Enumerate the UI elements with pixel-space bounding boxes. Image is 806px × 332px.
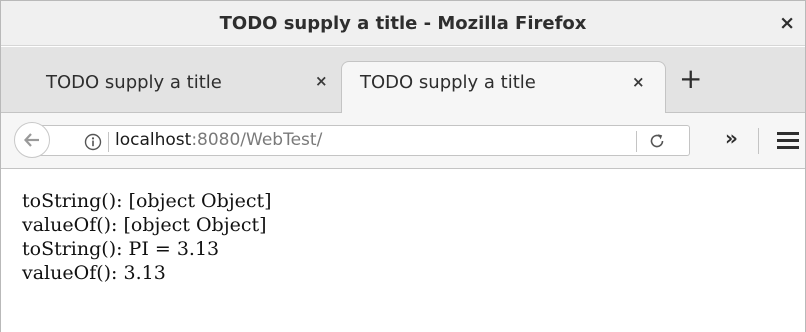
url-separator: [636, 131, 637, 152]
title-bar: TODO supply a title - Mozilla Firefox ×: [1, 1, 805, 46]
output-line: toString(): PI = 3.13: [22, 238, 220, 260]
back-arrow-icon: [24, 133, 39, 147]
window-title: TODO supply a title - Mozilla Firefox: [219, 13, 587, 34]
navigation-bar: localhost:8080/WebTest/ »: [1, 113, 805, 169]
output-line: valueOf(): [object Object]: [22, 214, 267, 236]
reload-icon[interactable]: [648, 132, 666, 150]
output-line: toString(): [object Object]: [22, 190, 272, 212]
url-host: localhost: [115, 130, 192, 150]
hamburger-menu-icon[interactable]: [777, 132, 799, 150]
url-path: :8080/WebTest/: [191, 130, 323, 150]
url-bar[interactable]: localhost:8080/WebTest/: [35, 125, 690, 156]
back-button[interactable]: [14, 122, 50, 158]
tab-close-button[interactable]: ×: [315, 72, 328, 90]
overflow-chevron-button[interactable]: »: [725, 126, 738, 150]
tab-strip: TODO supply a title × TODO supply a titl…: [1, 47, 805, 113]
tab-todo-2-active[interactable]: TODO supply a title ×: [341, 61, 666, 113]
browser-window: TODO supply a title - Mozilla Firefox × …: [0, 0, 806, 332]
toolbar-separator: [758, 128, 759, 154]
tab-todo-1[interactable]: TODO supply a title ×: [46, 62, 336, 106]
url-separator: [108, 132, 109, 152]
window-close-button[interactable]: ×: [779, 12, 795, 34]
tab-close-button[interactable]: ×: [632, 73, 645, 91]
url-text[interactable]: localhost:8080/WebTest/: [115, 130, 322, 150]
tab-label: TODO supply a title: [46, 72, 222, 93]
info-icon[interactable]: [84, 133, 102, 151]
new-tab-button[interactable]: +: [679, 64, 702, 94]
output-line: valueOf(): 3.13: [22, 262, 166, 284]
tab-label: TODO supply a title: [360, 72, 536, 93]
page-content: toString(): [object Object] valueOf(): […: [1, 170, 805, 332]
